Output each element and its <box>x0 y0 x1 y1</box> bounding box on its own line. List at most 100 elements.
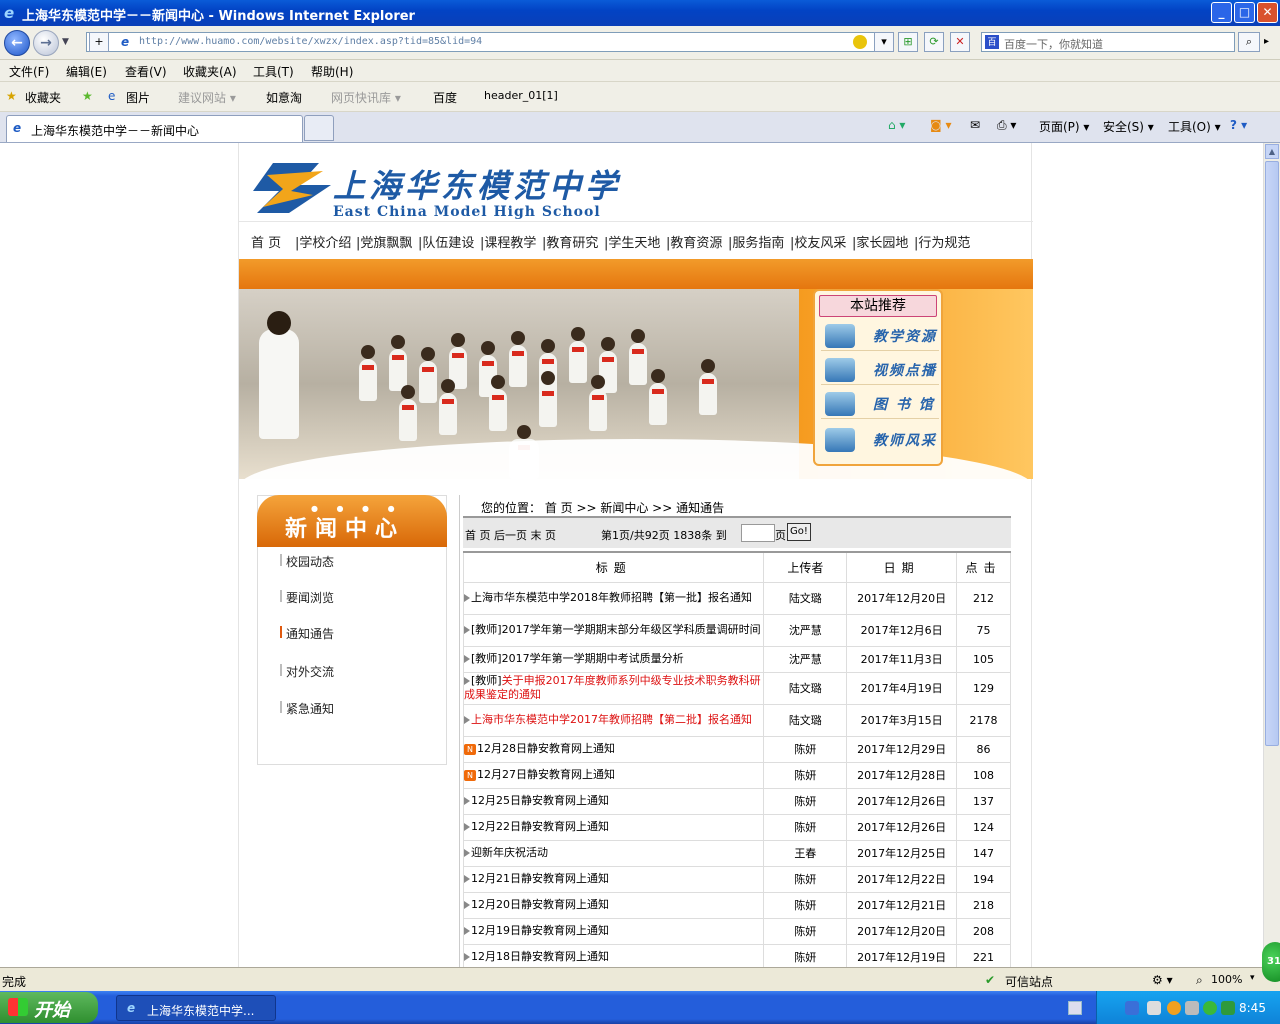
scroll-up-icon[interactable]: ▲ <box>1265 144 1279 159</box>
nav-resources[interactable]: |教育资源 <box>666 232 722 251</box>
row-title[interactable]: N 12月28日静安教育网上通知 <box>462 735 765 763</box>
table-row[interactable]: [教师]关于申报2017年度教师系列中级专业技术职务教科研成果鉴定的通知 陆文璐 2… <box>462 671 1011 705</box>
notification-badge[interactable]: 31 <box>1262 942 1280 982</box>
row-title[interactable]: [教师]关于申报2017年度教师系列中级专业技术职务教科研成果鉴定的通知 <box>462 671 765 705</box>
menu-help[interactable]: 帮助(H) <box>311 63 353 80</box>
tray-green-icon[interactable] <box>1203 1001 1217 1015</box>
row-title-text[interactable]: 关于申报2017年度教师系列中级专业技术职务教科研成果鉴定的通知 <box>464 674 761 701</box>
fav-header[interactable]: header_01[1] <box>484 89 558 102</box>
mail-icon[interactable]: ✉ <box>970 118 980 132</box>
row-title-text[interactable]: [教师]2017学年第一学期期中考试质量分析 <box>471 652 684 665</box>
address-bar[interactable]: + e http://www.huamo.com/website/xwzx/in… <box>86 32 894 52</box>
nav-alumni[interactable]: |校友风采 <box>790 232 846 251</box>
nav-home[interactable]: 首 页 <box>251 232 281 251</box>
row-title-text[interactable]: 12月28日静安教育网上通知 <box>477 742 615 755</box>
sidebar-item-headlines[interactable]: 要闻浏览 <box>280 589 334 606</box>
favorites-button[interactable]: 收藏夹 <box>25 89 61 106</box>
fav-images[interactable]: 图片 <box>126 89 150 106</box>
page-menu[interactable]: 页面(P) ▾ <box>1039 118 1089 135</box>
row-title-text[interactable]: 上海市华东模范中学2018年教师招聘【第一批】报名通知 <box>471 591 752 604</box>
row-title[interactable]: [教师]2017学年第一学期期末部分年级区学科质量调研时间 <box>462 613 765 647</box>
stop-icon[interactable]: ✕ <box>950 32 970 52</box>
table-row[interactable]: [教师]2017学年第一学期期末部分年级区学科质量调研时间 沈严慧 2017年12月… <box>462 613 1011 647</box>
nav-courses[interactable]: |课程教学 <box>480 232 536 251</box>
rec-video-on-demand[interactable]: 视频点播 <box>821 355 939 385</box>
zoom-level[interactable]: 100% <box>1211 973 1242 986</box>
row-title-text[interactable]: [教师]2017学年第一学期期末部分年级区学科质量调研时间 <box>471 623 761 636</box>
network-icon[interactable] <box>1125 1001 1139 1015</box>
row-title-text[interactable]: 上海市华东模范中学2017年教师招聘【第二批】报名通知 <box>471 713 752 726</box>
row-title[interactable]: 12月22日静安教育网上通知 <box>462 813 765 841</box>
vertical-scrollbar[interactable]: ▲ ▼ <box>1263 143 1280 967</box>
table-row[interactable]: 12月20日静安教育网上通知 陈妍 2017年12月21日 218 <box>462 891 1011 919</box>
zone-text[interactable]: 可信站点 <box>1005 973 1053 990</box>
refresh-icon[interactable]: ⟳ <box>924 32 944 52</box>
table-row[interactable]: 12月21日静安教育网上通知 陈妍 2017年12月22日 194 <box>462 865 1011 893</box>
nav-students[interactable]: |学生天地 <box>604 232 660 251</box>
row-title-text[interactable]: 12月19日静安教育网上通知 <box>471 924 609 937</box>
security-shield-icon[interactable] <box>1221 1001 1235 1015</box>
rec-teacher-style[interactable]: 教师风采 <box>821 425 939 455</box>
rss-icon[interactable]: ◙ ▾ <box>930 118 951 132</box>
row-title[interactable]: 12月19日静安教育网上通知 <box>462 917 765 945</box>
nav-about[interactable]: |学校介绍 <box>295 232 351 251</box>
url-text[interactable]: http://www.huamo.com/website/xwzx/index.… <box>139 36 482 47</box>
table-row[interactable]: N 12月28日静安教育网上通知 陈妍 2017年12月29日 86 <box>462 735 1011 763</box>
zoom-dropdown-icon[interactable]: ▾ <box>1250 973 1255 983</box>
maximize-button[interactable]: □ <box>1234 2 1255 23</box>
minimize-button[interactable]: _ <box>1211 2 1232 23</box>
row-title-text[interactable]: 12月18日静安教育网上通知 <box>471 950 609 963</box>
fav-suggested-sites[interactable]: 建议网站 ▾ <box>178 89 236 106</box>
menu-favorites[interactable]: 收藏夹(A) <box>183 63 237 80</box>
menu-edit[interactable]: 编辑(E) <box>66 63 107 80</box>
protected-mode-icon[interactable]: ⚙ ▾ <box>1152 973 1173 987</box>
table-row[interactable]: 12月25日静安教育网上通知 陈妍 2017年12月26日 137 <box>462 787 1011 815</box>
fav-baidu[interactable]: 百度 <box>433 89 457 106</box>
rec-teaching-resources[interactable]: 教学资源 <box>821 321 939 351</box>
table-row[interactable]: [教师]2017学年第一学期期中考试质量分析 沈严慧 2017年11月3日 105 <box>462 645 1011 673</box>
table-row[interactable]: 12月22日静安教育网上通知 陈妍 2017年12月26日 124 <box>462 813 1011 841</box>
row-title[interactable]: 12月20日静安教育网上通知 <box>462 891 765 919</box>
pager-links[interactable]: 首 页 后一页 末 页 <box>465 527 556 543</box>
nav-staff[interactable]: |队伍建设 <box>418 232 474 251</box>
row-title-text[interactable]: 迎新年庆祝活动 <box>471 846 548 859</box>
menu-file[interactable]: 文件(F) <box>9 63 49 80</box>
compatibility-view-icon[interactable]: ⊞ <box>898 32 918 52</box>
table-row[interactable]: 迎新年庆祝活动 王春 2017年12月25日 147 <box>462 839 1011 867</box>
nav-party[interactable]: |党旗飘飘 <box>356 232 412 251</box>
help-icon[interactable]: ? ▾ <box>1230 118 1247 132</box>
rec-library[interactable]: 图 书 馆 <box>821 389 939 419</box>
new-tab-button[interactable] <box>304 115 334 141</box>
table-row[interactable]: 上海市华东模范中学2018年教师招聘【第一批】报名通知 陆文璐 2017年12月20… <box>462 581 1011 615</box>
nav-services[interactable]: |服务指南 <box>728 232 784 251</box>
print-icon[interactable]: ⎙ ▾ <box>997 118 1016 133</box>
sidebar-item-exchange[interactable]: 对外交流 <box>280 663 334 680</box>
row-title[interactable]: 上海市华东模范中学2017年教师招聘【第二批】报名通知 <box>462 703 765 737</box>
start-button[interactable]: 开始 <box>0 992 98 1023</box>
fav-web-slice[interactable]: 网页快讯库 ▾ <box>331 89 401 106</box>
tab-active[interactable]: e 上海华东模范中学－－新闻中心 <box>6 115 303 142</box>
row-title-text[interactable]: 12月22日静安教育网上通知 <box>471 820 609 833</box>
sidebar-item-notices[interactable]: 通知通告 <box>280 625 334 642</box>
printer-icon[interactable] <box>1147 1001 1161 1015</box>
clock[interactable]: 8:45 <box>1239 1001 1266 1015</box>
sidebar-item-urgent[interactable]: 紧急通知 <box>280 700 334 717</box>
scroll-thumb[interactable] <box>1265 161 1279 746</box>
address-dropdown-icon[interactable]: ▾ <box>874 32 894 52</box>
tools-menu[interactable]: 工具(O) ▾ <box>1168 118 1221 135</box>
row-title[interactable]: 上海市华东模范中学2018年教师招聘【第一批】报名通知 <box>462 581 765 615</box>
addon-icon[interactable] <box>853 35 867 49</box>
nav-conduct[interactable]: |行为规范 <box>914 232 970 251</box>
row-title-text[interactable]: 12月20日静安教育网上通知 <box>471 898 609 911</box>
row-title[interactable]: [教师]2017学年第一学期期中考试质量分析 <box>462 645 765 673</box>
table-row[interactable]: N 12月27日静安教育网上通知 陈妍 2017年12月28日 108 <box>462 761 1011 789</box>
nav-parents[interactable]: |家长园地 <box>852 232 908 251</box>
keyboard-icon[interactable] <box>1068 1001 1082 1015</box>
row-title[interactable]: 迎新年庆祝活动 <box>462 839 765 867</box>
tray-device-icon[interactable] <box>1185 1001 1199 1015</box>
page-number-input[interactable] <box>741 524 775 542</box>
table-row[interactable]: 12月18日静安教育网上通知 陈妍 2017年12月19日 221 <box>462 943 1011 967</box>
table-row[interactable]: 上海市华东模范中学2017年教师招聘【第二批】报名通知 陆文璐 2017年3月15日… <box>462 703 1011 737</box>
sidebar-item-campus[interactable]: 校园动态 <box>280 553 334 570</box>
search-box[interactable]: 百 百度一下，你就知道 <box>981 32 1235 52</box>
